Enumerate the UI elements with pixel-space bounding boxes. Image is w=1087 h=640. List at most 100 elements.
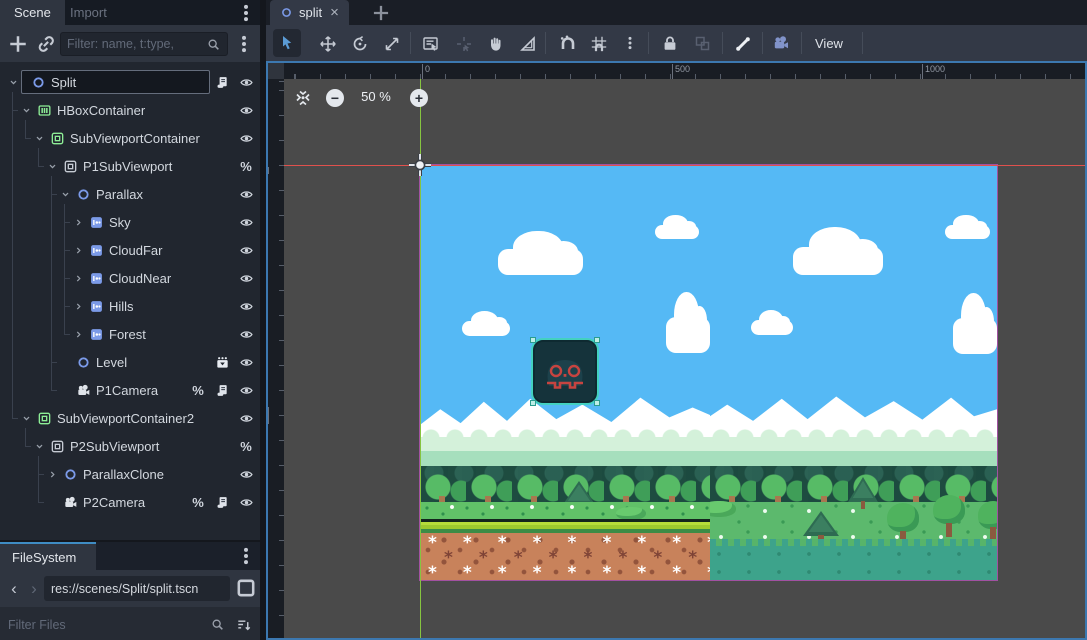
rename-node-input[interactable]: Split <box>21 70 210 94</box>
collapse-icon[interactable] <box>32 131 47 146</box>
expand-icon[interactable] <box>71 243 86 258</box>
expand-icon[interactable] <box>71 215 86 230</box>
visibility-eye-icon[interactable] <box>238 74 254 90</box>
collapse-icon[interactable] <box>19 411 34 426</box>
tree-row-sky[interactable]: Sky <box>0 208 260 236</box>
filesystem-menu-icon[interactable] <box>234 544 258 568</box>
ruler-vertical[interactable]: 0500 <box>268 79 284 638</box>
zoom-level[interactable]: 50 % <box>350 89 402 104</box>
filter-files-input[interactable]: Filter Files <box>0 607 260 640</box>
visibility-eye-icon[interactable] <box>238 298 254 314</box>
scene-tab-label: split <box>299 5 322 20</box>
collapse-icon[interactable] <box>58 187 73 202</box>
visibility-eye-icon <box>239 215 254 230</box>
smart-snap-tool-button[interactable] <box>553 29 581 57</box>
visibility-eye-icon[interactable] <box>238 270 254 286</box>
visibility-eye-icon[interactable] <box>238 466 254 482</box>
tree-row-cloudfar[interactable]: CloudFar <box>0 236 260 264</box>
close-tab-icon[interactable]: × <box>330 5 339 20</box>
collapse-icon[interactable] <box>19 103 34 118</box>
visibility-eye-icon <box>239 131 254 146</box>
zoom-in-button[interactable]: + <box>410 89 428 107</box>
position-select-tool-button[interactable] <box>449 29 477 57</box>
visibility-eye-icon[interactable] <box>238 494 254 510</box>
view-menu-button[interactable]: View <box>803 29 855 57</box>
tree-row-level[interactable]: Level <box>0 348 260 376</box>
tree-row-p1camera[interactable]: P1Camera% <box>0 376 260 404</box>
collapse-icon[interactable] <box>6 75 21 90</box>
move-tool-button[interactable] <box>313 29 341 57</box>
visibility-eye-icon[interactable] <box>238 130 254 146</box>
scale-tool-button[interactable] <box>377 29 405 57</box>
origin-gizmo[interactable] <box>407 152 433 178</box>
visibility-eye-icon[interactable] <box>238 186 254 202</box>
list-select-tool-button[interactable] <box>416 29 444 57</box>
tree-row-subviewportcontainer[interactable]: SubViewportContainer <box>0 124 260 152</box>
scene-tree-menu-icon[interactable] <box>232 32 256 56</box>
viewport-canvas[interactable]: ************ ************ ************ <box>284 79 1085 638</box>
player-sprite-selected[interactable] <box>533 340 597 403</box>
visibility-eye-icon[interactable] <box>238 102 254 118</box>
expand-icon[interactable] <box>71 327 86 342</box>
node2d-icon <box>280 6 293 19</box>
tab-import[interactable]: Import <box>56 0 121 25</box>
visibility-eye-icon[interactable] <box>238 214 254 230</box>
visibility-eye-icon[interactable] <box>238 242 254 258</box>
search-icon <box>206 37 221 52</box>
expand-icon[interactable] <box>71 299 86 314</box>
tree-row-parallax[interactable]: Parallax <box>0 180 260 208</box>
scene-filter-input[interactable]: Filter: name, t:type, <box>60 32 228 56</box>
add-node-button[interactable] <box>6 32 30 56</box>
visibility-eye-icon[interactable] <box>238 326 254 342</box>
dock-menu-icon[interactable] <box>234 1 258 25</box>
tree-row-cloudnear[interactable]: CloudNear <box>0 264 260 292</box>
split-view-icon[interactable] <box>234 576 258 600</box>
back-button[interactable]: ‹ <box>4 576 24 601</box>
scene-filter-placeholder: Filter: name, t:type, <box>67 37 206 51</box>
camera-override-tool-button[interactable] <box>767 29 795 57</box>
zoom-out-button[interactable]: − <box>326 89 344 107</box>
scene-tab-split[interactable]: split × <box>270 0 349 25</box>
collapse-icon[interactable] <box>32 439 47 454</box>
node-name: HBoxContainer <box>57 103 238 118</box>
ruler-horizontal[interactable]: 05001000 <box>284 63 1085 79</box>
select-tool-button[interactable] <box>273 29 301 57</box>
tab-filesystem[interactable]: FileSystem <box>0 542 96 570</box>
visibility-eye-icon[interactable] <box>238 354 254 370</box>
script-icon[interactable] <box>214 494 230 510</box>
tree-row-hboxcontainer[interactable]: HBoxContainer <box>0 96 260 124</box>
pan-tool-button[interactable] <box>481 29 509 57</box>
visibility-eye-icon[interactable] <box>238 410 254 426</box>
instance-scene-button[interactable] <box>34 32 58 56</box>
skeleton-tool-button[interactable] <box>728 29 756 57</box>
no-arrow <box>58 383 73 398</box>
node-name: P2SubViewport <box>70 439 238 454</box>
node2d-icon <box>63 467 78 482</box>
rotate-tool-button[interactable] <box>345 29 373 57</box>
center-view-icon[interactable] <box>294 89 312 107</box>
expand-icon[interactable] <box>45 467 60 482</box>
tree-row-hills[interactable]: Hills <box>0 292 260 320</box>
scene-instance-icon[interactable] <box>214 354 230 370</box>
script-icon[interactable] <box>214 382 230 398</box>
expand-icon[interactable] <box>71 271 86 286</box>
snap-options-tool-button[interactable] <box>616 29 644 57</box>
smart-snap-icon <box>558 34 576 52</box>
new-scene-tab-button[interactable] <box>370 2 392 24</box>
path-field[interactable]: res://scenes/Split/split.tscn <box>44 576 230 601</box>
scene-tree[interactable]: Split HBoxContainer SubViewportContainer P1… <box>0 62 260 540</box>
group-tool-button[interactable] <box>688 29 716 57</box>
ruler-tool-button[interactable] <box>513 29 541 57</box>
visibility-eye-icon[interactable] <box>238 382 254 398</box>
grid-snap-tool-button[interactable] <box>584 29 612 57</box>
tree-row-p2subviewport[interactable]: P2SubViewport% <box>0 432 260 460</box>
forward-button[interactable]: › <box>24 576 44 601</box>
tree-row-forest[interactable]: Forest <box>0 320 260 348</box>
tree-row-subviewportcontainer2[interactable]: SubViewportContainer2 <box>0 404 260 432</box>
ruler-label: 500 <box>268 407 269 424</box>
script-icon[interactable] <box>214 74 230 90</box>
lock-tool-button[interactable] <box>655 29 683 57</box>
sort-files-icon[interactable] <box>235 616 252 633</box>
collapse-icon[interactable] <box>45 159 60 174</box>
tree-row-split[interactable]: Split <box>0 68 260 96</box>
